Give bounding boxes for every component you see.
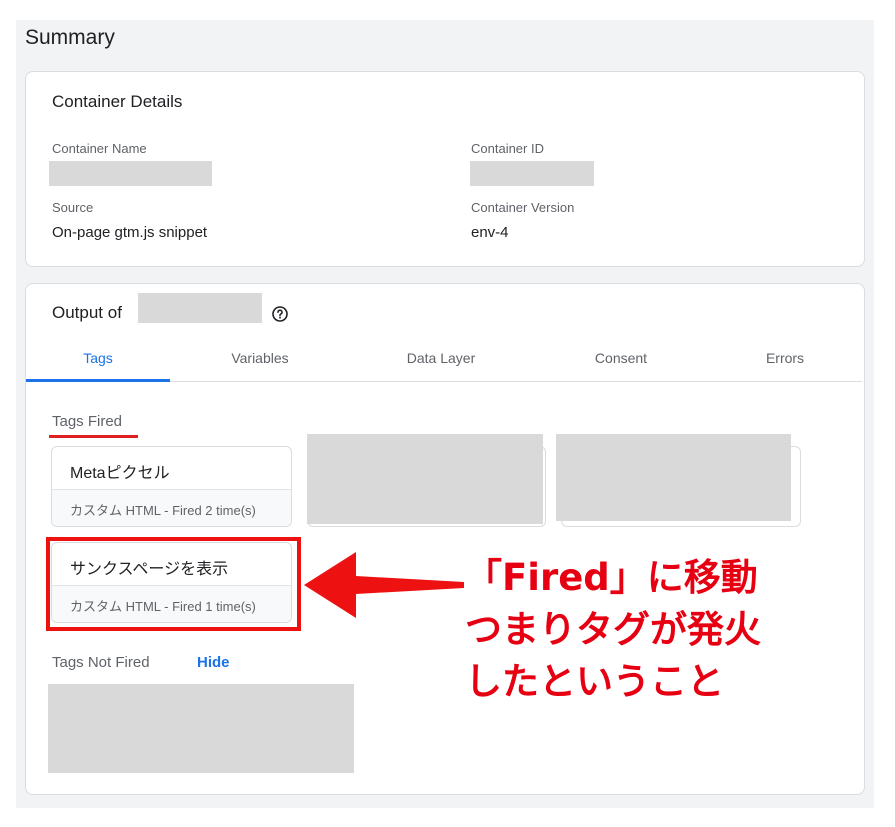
annotation-line-1: 「Fired」に移動: [465, 556, 758, 599]
tags-not-fired-label: Tags Not Fired: [52, 654, 150, 671]
tags-fired-label: Tags Fired: [52, 413, 123, 430]
hide-link[interactable]: Hide: [197, 654, 230, 671]
tag-status-bar: カスタム HTML - Fired 2 time(s): [52, 489, 291, 526]
annotation-line-3: したということ: [465, 660, 724, 703]
tab-variables[interactable]: Variables: [190, 350, 330, 366]
tab-errors[interactable]: Errors: [735, 350, 835, 366]
tab-tags[interactable]: Tags: [26, 350, 170, 366]
tags-fired-underline: [49, 435, 138, 438]
tab-data-layer[interactable]: Data Layer: [370, 350, 512, 366]
source-label: Source: [52, 200, 94, 215]
highlight-box: [46, 537, 301, 631]
annotation-line-2: つまりタグが発火: [465, 608, 761, 651]
arrow-left-icon: [304, 552, 464, 618]
not-fired-tags-redacted: [48, 684, 354, 773]
container-version-value: env-4: [471, 224, 509, 241]
tag-card-meta-pixel[interactable]: Metaピクセル カスタム HTML - Fired 2 time(s): [51, 446, 292, 527]
active-tab-indicator: [26, 379, 170, 382]
page-title: Summary: [25, 26, 115, 49]
container-version-label: Container Version: [471, 200, 575, 215]
source-value: On-page gtm.js snippet: [52, 224, 208, 241]
annotation-text: 「Fired」に移動 つまりタグが発火 したということ: [465, 552, 761, 708]
tag-status: カスタム HTML - Fired 2 time(s): [70, 503, 256, 518]
container-name-redacted: [49, 161, 212, 186]
container-name-label: Container Name: [52, 141, 147, 156]
tab-consent[interactable]: Consent: [552, 350, 690, 366]
container-id-label: Container ID: [471, 141, 544, 156]
tag-card-redacted-1-cover: [307, 434, 543, 524]
container-id-redacted: [470, 161, 594, 186]
output-heading: Output of: [52, 303, 122, 322]
tag-name: Metaピクセル: [70, 465, 170, 482]
output-target-redacted: [138, 293, 262, 323]
container-details-heading: Container Details: [52, 92, 183, 111]
help-icon[interactable]: [271, 305, 289, 323]
tag-card-redacted-2-cover: [556, 434, 791, 521]
